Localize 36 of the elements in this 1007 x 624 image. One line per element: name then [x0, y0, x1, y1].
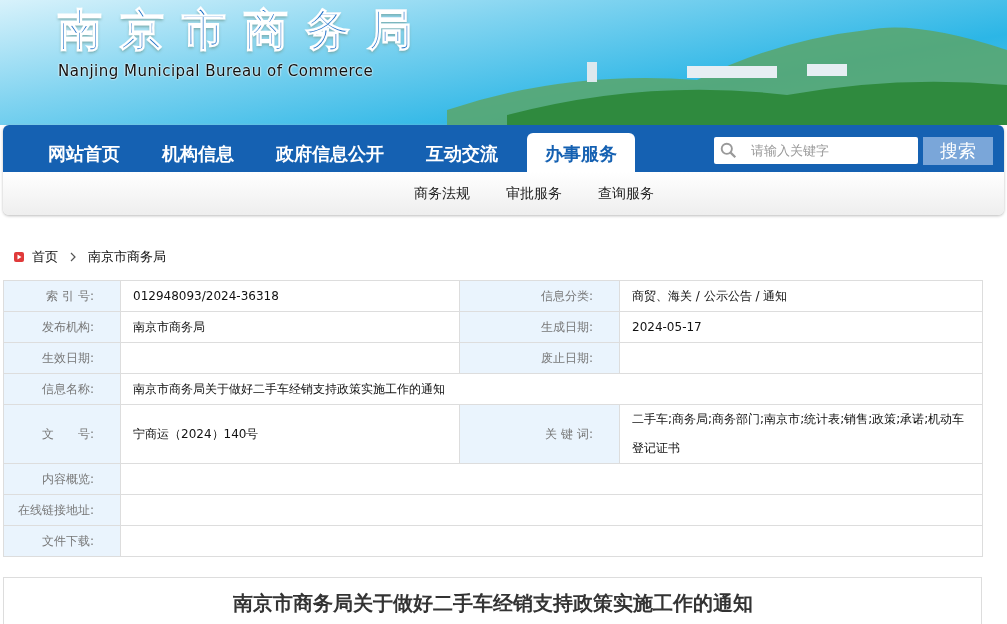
- field-value: 南京市商务局关于做好二手车经销支持政策实施工作的通知: [121, 374, 983, 405]
- field-label: 文 号:: [4, 405, 121, 464]
- field-label: 文件下载:: [4, 526, 121, 557]
- nav-tab[interactable]: 网站首页: [27, 133, 141, 172]
- field-label: 内容概览:: [4, 464, 121, 495]
- field-label: 生效日期:: [4, 343, 121, 374]
- nav-tab[interactable]: 互动交流: [405, 133, 519, 172]
- sub-nav-link[interactable]: 查询服务: [597, 184, 654, 203]
- field-label: 发布机构:: [4, 312, 121, 343]
- nav-tab[interactable]: 政府信息公开: [255, 133, 405, 172]
- field-label: 废止日期:: [460, 343, 620, 374]
- site-subtitle: Nanjing Municipal Bureau of Commerce: [58, 62, 375, 80]
- breadcrumb-link[interactable]: 首页: [32, 248, 58, 266]
- chevron-right-icon: [70, 252, 76, 262]
- search-field[interactable]: 请输入关键字: [714, 136, 918, 164]
- nav-tab[interactable]: 机构信息: [141, 133, 255, 172]
- field-value: 2024-05-17: [620, 312, 983, 343]
- breadcrumb-link[interactable]: 南京市商务局: [88, 248, 166, 266]
- field-value: 012948093/2024-36318: [121, 281, 460, 312]
- field-label: 信息名称:: [4, 374, 121, 405]
- play-icon: [14, 252, 24, 262]
- field-label: 索 引 号:: [4, 281, 121, 312]
- nav-tab[interactable]: 办事服务: [527, 133, 635, 172]
- field-value: 南京市商务局: [121, 312, 460, 343]
- field-label: 在线链接地址:: [4, 495, 121, 526]
- site-title: 南京市商务局: [58, 4, 430, 56]
- article-title: 南京市商务局关于做好二手车经销支持政策实施工作的通知: [232, 590, 753, 617]
- field-value: 二手车;商务局;商务部门;南京市;统计表;销售;政策;承诺;机动车登记证书: [620, 405, 983, 464]
- field-label: 关 键 词:: [460, 405, 620, 464]
- search-icon: [720, 141, 737, 159]
- field-value: 宁商运（2024）140号: [121, 405, 460, 464]
- field-value: 商贸、海关 / 公示公告 / 通知: [620, 281, 983, 312]
- sub-nav-link[interactable]: 商务法规: [413, 184, 470, 203]
- field-label: 信息分类:: [460, 281, 620, 312]
- sub-nav-link[interactable]: 审批服务: [505, 184, 562, 203]
- field-label: 生成日期:: [460, 312, 620, 343]
